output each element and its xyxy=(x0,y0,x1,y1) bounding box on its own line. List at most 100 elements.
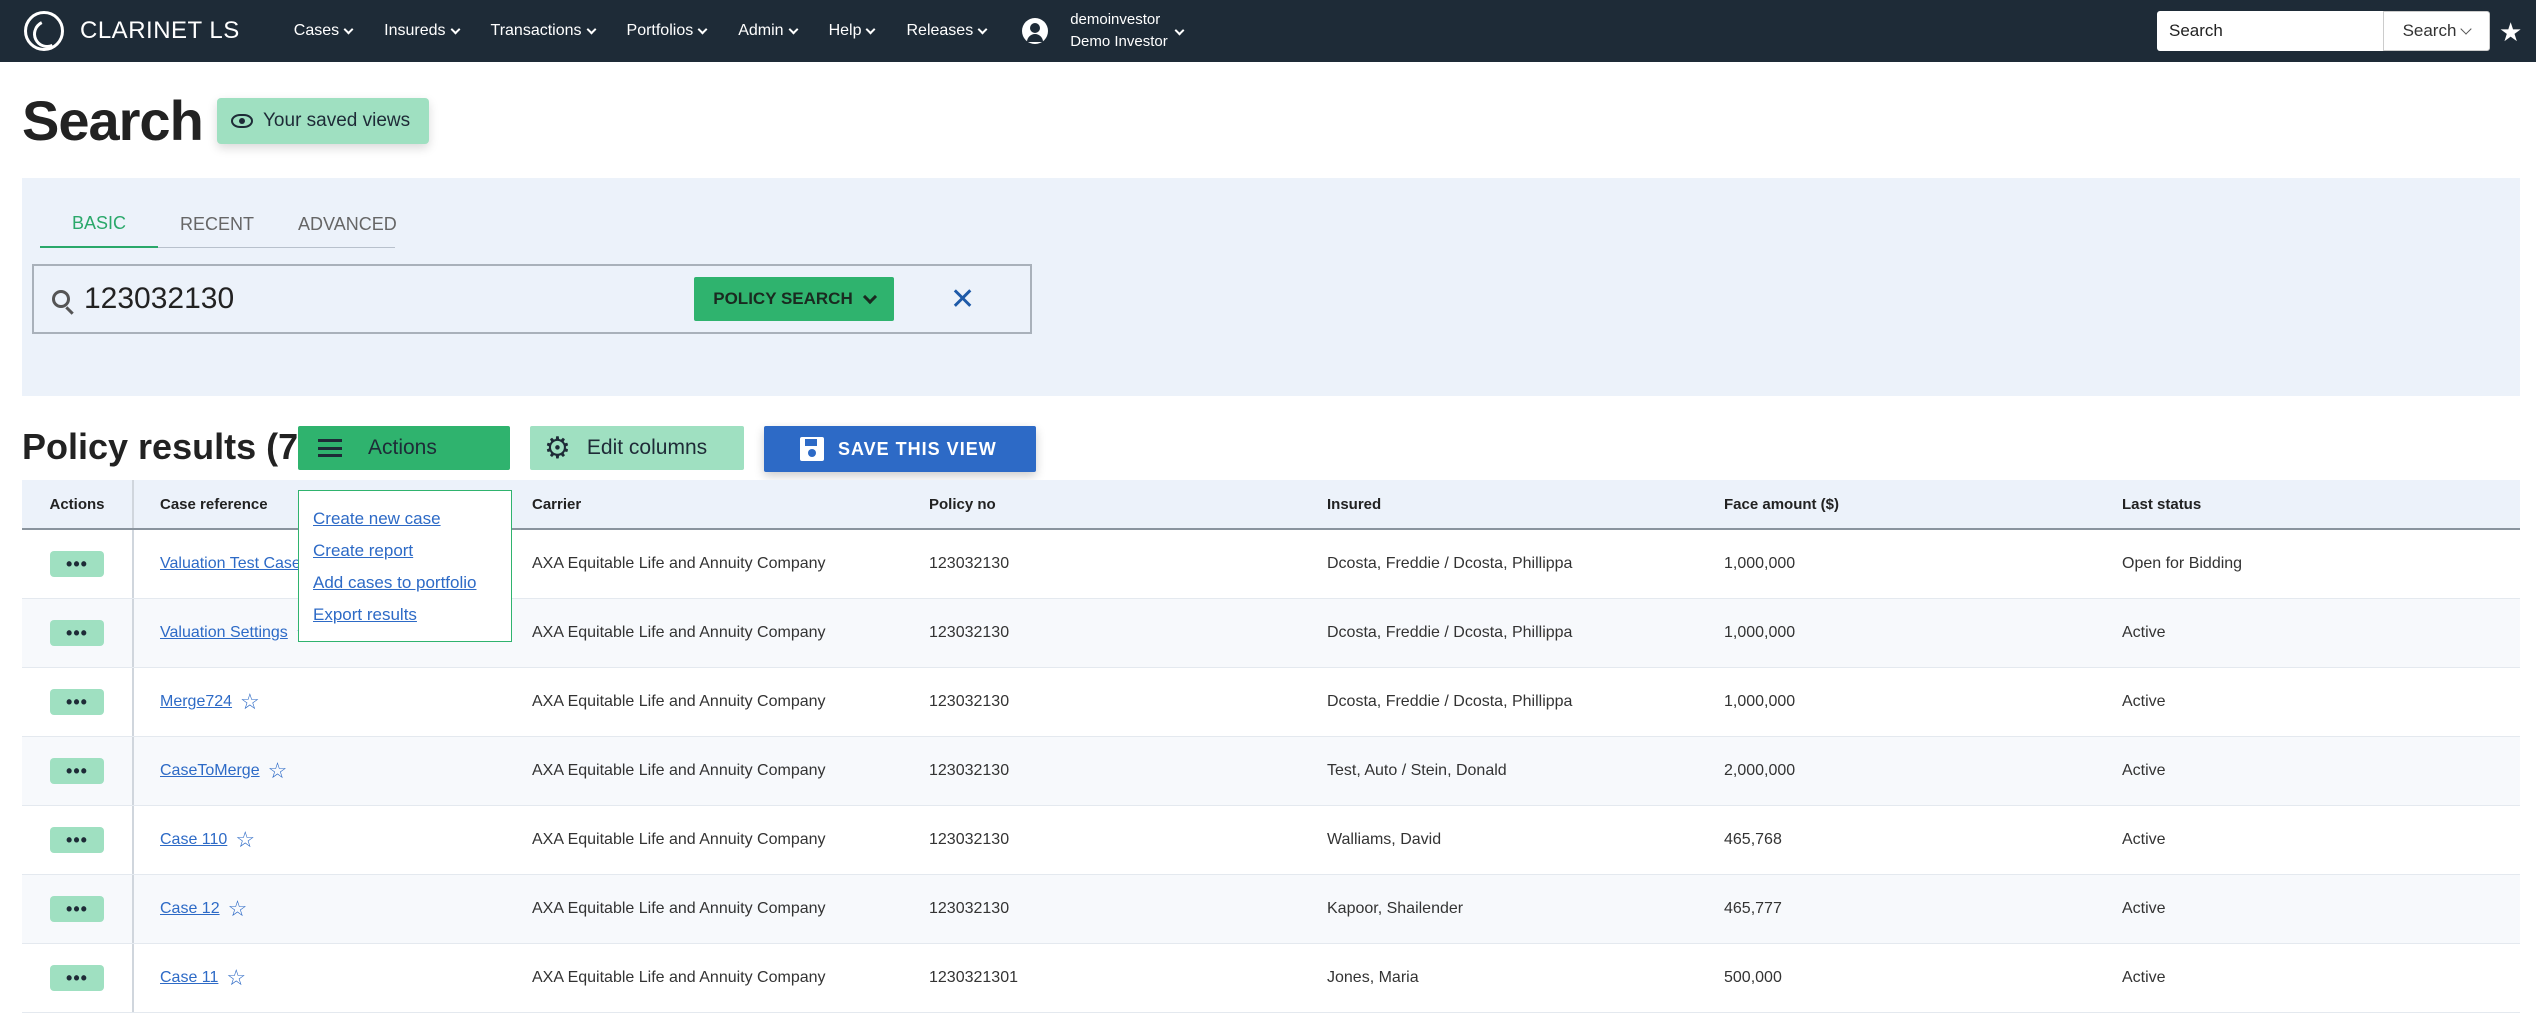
actions-dropdown-menu: Create new case Create report Add cases … xyxy=(298,490,512,642)
star-outline-icon[interactable]: ☆ xyxy=(240,689,260,715)
saved-views-label: Your saved views xyxy=(263,110,411,131)
face-amount-cell: 500,000 xyxy=(1724,969,1782,986)
menu-admin[interactable]: Admin xyxy=(738,22,799,40)
insured-cell: Kapoor, Shailender xyxy=(1327,900,1464,917)
case-link[interactable]: CaseToMerge xyxy=(160,762,260,780)
search-type-label: POLICY SEARCH xyxy=(713,289,853,308)
menu-item-add-to-portfolio[interactable]: Add cases to portfolio xyxy=(313,567,497,599)
row-actions-button[interactable]: ••• xyxy=(50,758,104,784)
saved-views-button[interactable]: Your saved views xyxy=(217,98,429,144)
column-header-actions[interactable]: Actions xyxy=(22,480,134,528)
close-icon[interactable]: ✕ xyxy=(950,282,975,317)
global-search-button[interactable]: Search xyxy=(2383,11,2490,51)
column-header-policy-no[interactable]: Policy no xyxy=(929,496,1327,513)
menu-transactions[interactable]: Transactions xyxy=(490,22,596,40)
chevron-down-icon xyxy=(977,24,988,34)
chevron-down-icon xyxy=(697,24,708,34)
user-menu[interactable]: demoinvestor Demo Investor xyxy=(1022,9,1185,53)
menu-label: Transactions xyxy=(490,22,582,39)
gear-icon: ⚙ xyxy=(544,431,571,465)
chevron-down-icon xyxy=(866,24,876,34)
search-panel: BASIC RECENT ADVANCED 123032130 POLICY S… xyxy=(22,178,2520,396)
table-row: ••• Case 11 ☆ AXA Equitable Life and Annu… xyxy=(22,944,2520,1013)
user-info: demoinvestor Demo Investor xyxy=(1070,9,1168,53)
row-actions-button[interactable]: ••• xyxy=(50,965,104,991)
menu-label: Cases xyxy=(293,22,340,39)
global-search: Search xyxy=(2157,11,2490,51)
row-actions-button[interactable]: ••• xyxy=(50,896,104,922)
star-outline-icon[interactable]: ☆ xyxy=(235,827,255,853)
brand-name: CLARINET LS xyxy=(80,17,240,44)
save-view-button[interactable]: SAVE THIS VIEW xyxy=(764,426,1036,472)
case-link[interactable]: Valuation Test Case xyxy=(160,555,301,573)
row-actions-button[interactable]: ••• xyxy=(50,551,104,577)
table-row: ••• Case 12 ☆ AXA Equitable Life and Annu… xyxy=(22,875,2520,944)
status-cell: Active xyxy=(2122,762,2166,779)
menu-cases[interactable]: Cases xyxy=(293,22,354,40)
row-actions-cell: ••• xyxy=(22,806,134,874)
menu-label: Portfolios xyxy=(626,22,694,39)
edit-columns-label: Edit columns xyxy=(586,436,708,459)
case-link[interactable]: Valuation Settings xyxy=(160,624,288,642)
save-view-label: SAVE THIS VIEW xyxy=(838,438,997,459)
policy-cell: 123032130 xyxy=(929,762,1010,779)
star-outline-icon[interactable]: ☆ xyxy=(226,965,246,991)
search-tabs: BASIC RECENT ADVANCED xyxy=(40,200,397,248)
case-cell: Case 12 ☆ xyxy=(134,896,532,922)
save-icon xyxy=(800,437,824,461)
face-amount-cell: 1,000,000 xyxy=(1724,555,1796,572)
search-input[interactable]: 123032130 xyxy=(84,282,694,316)
eye-icon xyxy=(231,114,253,128)
case-link[interactable]: Merge724 xyxy=(160,693,232,711)
column-header-insured[interactable]: Insured xyxy=(1327,496,1724,513)
star-outline-icon[interactable]: ☆ xyxy=(228,896,248,922)
policy-search-box: 123032130 POLICY SEARCH ✕ xyxy=(32,264,1032,334)
search-type-dropdown[interactable]: POLICY SEARCH xyxy=(694,277,894,321)
chevron-down-icon xyxy=(1174,25,1185,35)
favorites-star-icon[interactable]: ★ xyxy=(2499,17,2522,48)
tab-recent[interactable]: RECENT xyxy=(158,200,276,248)
table-row: ••• CaseToMerge ☆ AXA Equitable Life and … xyxy=(22,737,2520,806)
column-header-last-status[interactable]: Last status xyxy=(2122,496,2520,513)
edit-columns-button[interactable]: ⚙ Edit columns xyxy=(530,426,744,470)
case-link[interactable]: Case 11 xyxy=(160,969,218,987)
row-actions-button[interactable]: ••• xyxy=(50,827,104,853)
actions-button[interactable]: Actions xyxy=(298,426,510,470)
policy-cell: 1230321301 xyxy=(929,969,1018,986)
policy-cell: 123032130 xyxy=(929,900,1010,917)
case-cell: Case 11 ☆ xyxy=(134,965,532,991)
chevron-down-icon xyxy=(2460,23,2473,35)
row-actions-button[interactable]: ••• xyxy=(50,620,104,646)
case-link[interactable]: Case 110 xyxy=(160,831,227,849)
menu-item-create-new-case[interactable]: Create new case xyxy=(313,503,497,535)
face-amount-cell: 1,000,000 xyxy=(1724,693,1796,710)
star-outline-icon[interactable]: ☆ xyxy=(268,758,288,784)
insured-cell: Dcosta, Freddie / Dcosta, Phillippa xyxy=(1327,624,1573,641)
carrier-cell: AXA Equitable Life and Annuity Company xyxy=(532,624,826,641)
insured-cell: Dcosta, Freddie / Dcosta, Phillippa xyxy=(1327,693,1573,710)
menu-label: Releases xyxy=(906,22,974,39)
tab-basic[interactable]: BASIC xyxy=(40,200,159,248)
insured-cell: Dcosta, Freddie / Dcosta, Phillippa xyxy=(1327,555,1573,572)
username: demoinvestor xyxy=(1070,11,1161,28)
global-search-input[interactable] xyxy=(2157,11,2383,51)
insured-cell: Jones, Maria xyxy=(1327,969,1419,986)
column-header-face-amount[interactable]: Face amount ($) xyxy=(1724,496,2122,513)
table-row: ••• Merge724 ☆ AXA Equitable Life and Ann… xyxy=(22,668,2520,737)
menu-insureds[interactable]: Insureds xyxy=(384,22,460,40)
menu-help[interactable]: Help xyxy=(829,22,876,40)
status-cell: Open for Bidding xyxy=(2122,555,2243,572)
column-header-carrier[interactable]: Carrier xyxy=(532,496,929,513)
row-actions-button[interactable]: ••• xyxy=(50,689,104,715)
carrier-cell: AXA Equitable Life and Annuity Company xyxy=(532,831,826,848)
menu-item-export-results[interactable]: Export results xyxy=(313,599,497,631)
menu-item-create-report[interactable]: Create report xyxy=(313,535,497,567)
case-link[interactable]: Case 12 xyxy=(160,900,220,918)
menu-portfolios[interactable]: Portfolios xyxy=(626,22,708,40)
brand[interactable]: CLARINET LS xyxy=(24,0,240,62)
menu-releases[interactable]: Releases xyxy=(906,22,988,40)
face-amount-cell: 2,000,000 xyxy=(1724,762,1796,779)
face-amount-cell: 465,768 xyxy=(1724,831,1782,848)
tab-advanced[interactable]: ADVANCED xyxy=(276,200,419,248)
carrier-cell: AXA Equitable Life and Annuity Company xyxy=(532,693,826,710)
